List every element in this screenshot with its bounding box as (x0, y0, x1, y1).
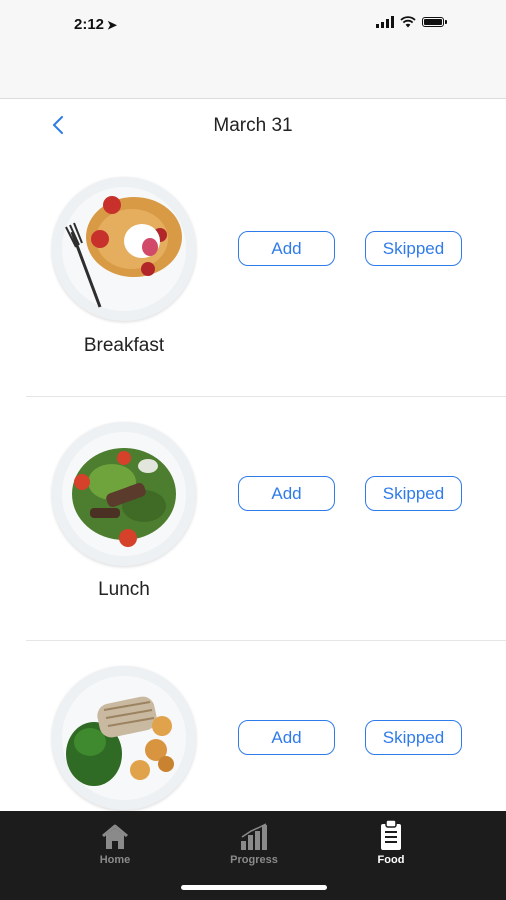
dinner-image[interactable] (52, 666, 196, 810)
nav-header: March 31 (0, 99, 506, 155)
skip-dinner-button[interactable]: Skipped (365, 720, 462, 755)
skip-breakfast-button[interactable]: Skipped (365, 231, 462, 266)
meal-row-dinner: Add Skipped (0, 642, 506, 811)
status-bar: 2:12 ➤ (0, 0, 506, 99)
meal-label: Breakfast (83, 335, 165, 356)
status-time: 2:12 ➤ (74, 16, 117, 33)
wifi-icon (400, 16, 416, 28)
tab-bar: Home Progress Food (0, 811, 506, 900)
meal-row-lunch: Lunch Add Skipped (0, 397, 506, 642)
add-dinner-button[interactable]: Add (238, 720, 335, 755)
tab-home[interactable]: Home (70, 819, 160, 866)
location-arrow-icon: ➤ (107, 18, 118, 32)
clipboard-icon (346, 819, 436, 851)
bar-chart-icon (209, 819, 299, 851)
tab-label: Food (377, 854, 405, 866)
tab-food[interactable]: Food (346, 819, 436, 866)
add-breakfast-button[interactable]: Add (238, 231, 335, 266)
skip-lunch-button[interactable]: Skipped (365, 476, 462, 511)
cellular-signal-icon (376, 16, 394, 28)
meal-label: Lunch (98, 579, 150, 600)
tab-label: Home (99, 854, 131, 866)
meal-row-breakfast: Breakfast Add Skipped (0, 155, 506, 397)
home-indicator[interactable] (181, 885, 327, 890)
home-icon (70, 819, 160, 851)
add-lunch-button[interactable]: Add (238, 476, 335, 511)
status-icons (376, 16, 447, 28)
battery-icon (422, 17, 447, 27)
tab-progress[interactable]: Progress (209, 819, 299, 866)
clock-text: 2:12 (74, 16, 105, 33)
breakfast-image[interactable] (52, 177, 196, 321)
page-title: March 31 (213, 115, 293, 136)
tab-label: Progress (230, 854, 278, 866)
lunch-image[interactable] (52, 422, 196, 566)
divider (26, 640, 506, 641)
